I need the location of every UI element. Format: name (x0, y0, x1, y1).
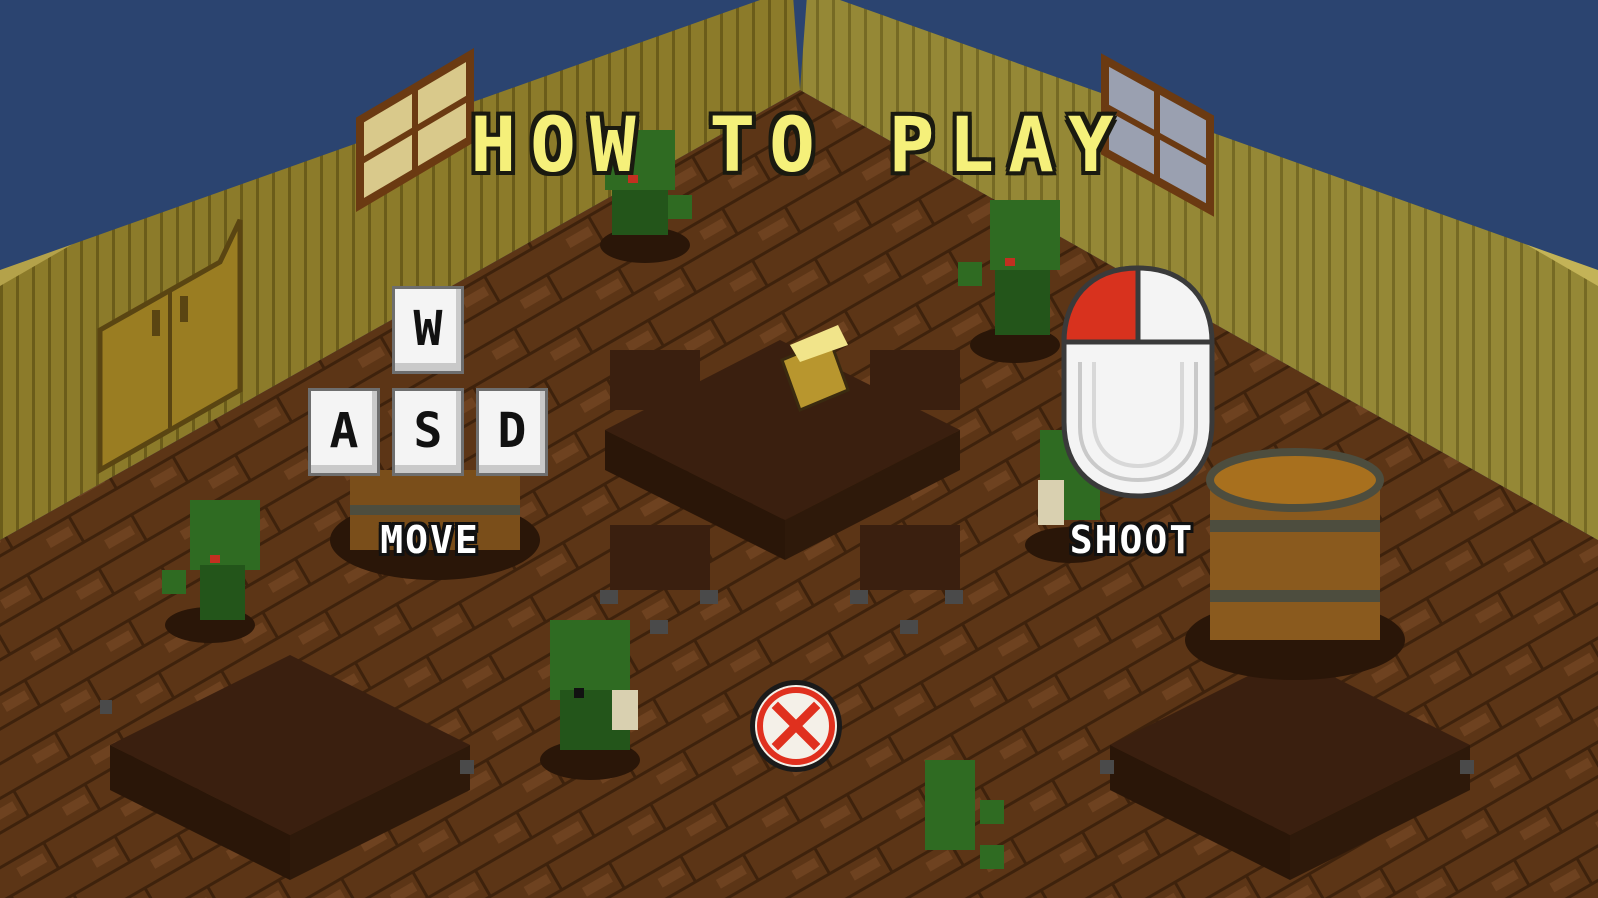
goblin-center (540, 620, 640, 780)
mouse-icon (1061, 265, 1215, 499)
barrel-right (1185, 448, 1405, 680)
key-a: A (308, 388, 380, 476)
key-w: W (392, 286, 464, 374)
key-s: S (392, 388, 464, 476)
move-label: MOVE (380, 518, 480, 562)
shoot-label: SHOOT (1069, 518, 1195, 562)
close-icon (750, 680, 842, 772)
close-button[interactable] (746, 676, 846, 776)
mouse-left-button-highlight (1061, 265, 1141, 345)
page-title: HOW TO PLAY (470, 100, 1128, 189)
key-d: D (476, 388, 548, 476)
